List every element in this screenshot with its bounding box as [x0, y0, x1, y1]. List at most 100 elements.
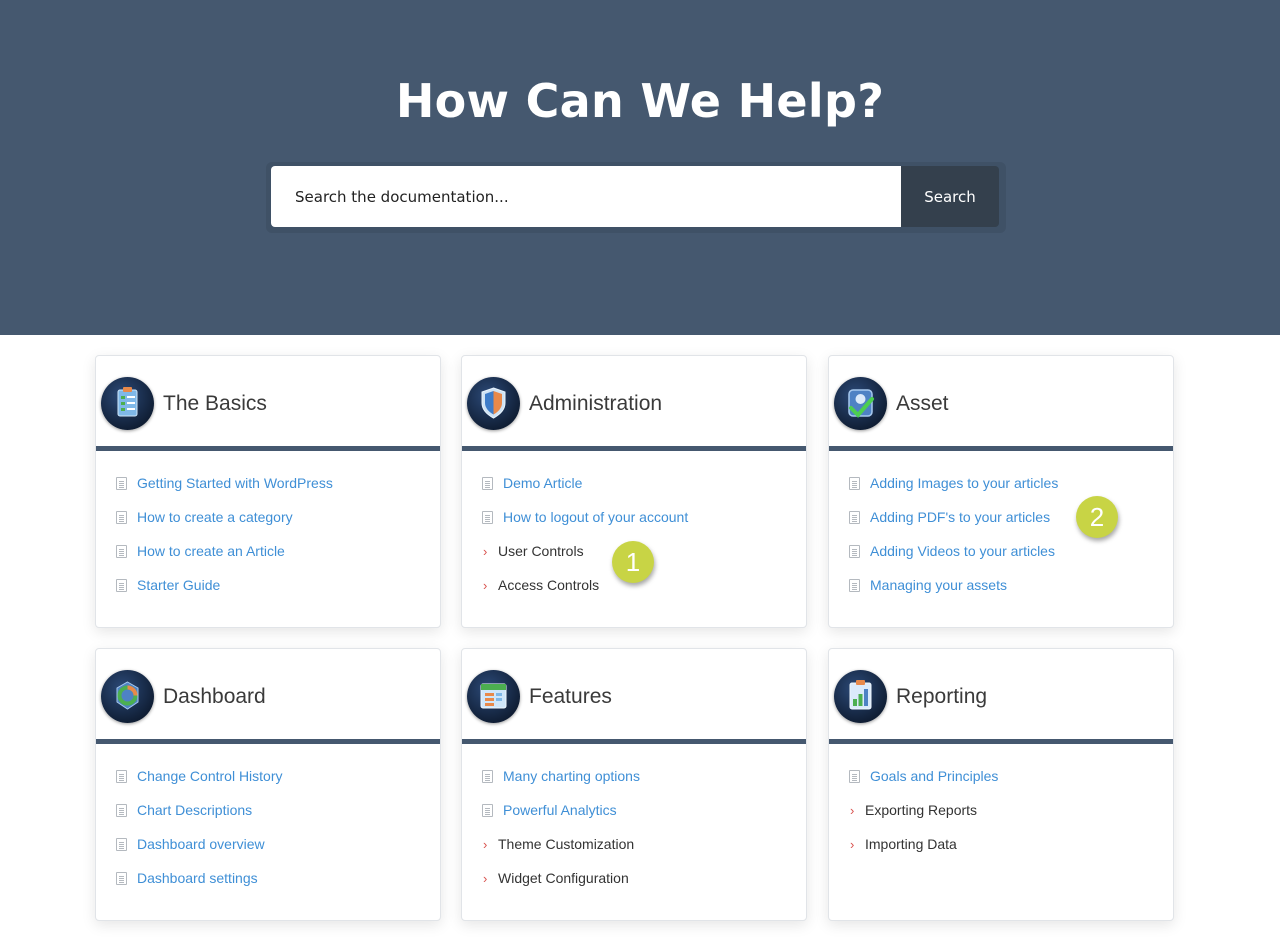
- link-label[interactable]: How to create a category: [137, 509, 293, 525]
- chevron-right-icon: ›: [483, 543, 488, 559]
- document-icon: [849, 510, 860, 524]
- card-header: Administration: [462, 356, 806, 451]
- document-icon: [116, 871, 127, 885]
- link-label[interactable]: Adding Videos to your articles: [870, 543, 1055, 559]
- document-icon: [849, 769, 860, 783]
- link-label[interactable]: Many charting options: [503, 768, 640, 784]
- check-badge-icon: [834, 377, 887, 430]
- card-link-list: Demo Article How to logout of your accoun…: [482, 466, 688, 602]
- document-icon: [116, 578, 127, 592]
- chevron-right-icon: ›: [850, 802, 855, 818]
- card-header: Features: [462, 649, 806, 744]
- link-label[interactable]: How to create an Article: [137, 543, 285, 559]
- link-label[interactable]: Getting Started with WordPress: [137, 475, 333, 491]
- card-link-list: Goals and Principles › Exporting Reports › I…: [849, 759, 998, 861]
- article-link-item[interactable]: Managing your assets: [849, 568, 1058, 602]
- card-title[interactable]: Features: [529, 685, 612, 709]
- chevron-right-icon: ›: [483, 870, 488, 886]
- link-label[interactable]: Chart Descriptions: [137, 802, 252, 818]
- chevron-right-icon: ›: [483, 836, 488, 852]
- category-card-administration: Administration Demo Article How to logout …: [461, 355, 807, 628]
- document-icon: [116, 544, 127, 558]
- article-link-item[interactable]: How to create a category: [116, 500, 333, 534]
- link-label[interactable]: How to logout of your account: [503, 509, 688, 525]
- article-link-item[interactable]: Many charting options: [482, 759, 640, 793]
- link-label[interactable]: Adding PDF's to your articles: [870, 509, 1050, 525]
- annotation-badge-2: 2: [1076, 496, 1118, 538]
- card-title[interactable]: Administration: [529, 392, 662, 416]
- article-link-item[interactable]: How to create an Article: [116, 534, 333, 568]
- article-link-item[interactable]: Dashboard settings: [116, 861, 283, 895]
- article-link-item[interactable]: Adding Videos to your articles: [849, 534, 1058, 568]
- link-label[interactable]: Managing your assets: [870, 577, 1007, 593]
- link-label[interactable]: Exporting Reports: [865, 802, 977, 818]
- link-label[interactable]: Theme Customization: [498, 836, 634, 852]
- article-link-item[interactable]: Change Control History: [116, 759, 283, 793]
- subcategory-link-item[interactable]: › Widget Configuration: [482, 861, 640, 895]
- subcategory-link-item[interactable]: › Theme Customization: [482, 827, 640, 861]
- link-label[interactable]: Dashboard settings: [137, 870, 258, 886]
- category-card-the-basics: The Basics Getting Started with WordPress…: [95, 355, 441, 628]
- article-link-item[interactable]: Starter Guide: [116, 568, 333, 602]
- article-link-item[interactable]: Adding PDF's to your articles: [849, 500, 1058, 534]
- article-link-item[interactable]: Adding Images to your articles: [849, 466, 1058, 500]
- article-link-item[interactable]: Getting Started with WordPress: [116, 466, 333, 500]
- document-icon: [116, 510, 127, 524]
- link-label[interactable]: Change Control History: [137, 768, 283, 784]
- link-label[interactable]: Starter Guide: [137, 577, 220, 593]
- category-card-dashboard: Dashboard Change Control History Chart Des…: [95, 648, 441, 921]
- link-label[interactable]: Importing Data: [865, 836, 957, 852]
- link-label[interactable]: Dashboard overview: [137, 836, 265, 852]
- search-input[interactable]: [271, 166, 901, 227]
- card-title[interactable]: Reporting: [896, 685, 987, 709]
- refresh-cycle-icon: [101, 670, 154, 723]
- bar-chart-clipboard-icon: [834, 670, 887, 723]
- category-card-features: Features Many charting options Powerful An…: [461, 648, 807, 921]
- card-header: Asset: [829, 356, 1173, 451]
- card-link-list: Adding Images to your articles Adding PDF…: [849, 466, 1058, 602]
- subcategory-link-item[interactable]: › Importing Data: [849, 827, 998, 861]
- document-icon: [116, 769, 127, 783]
- card-header: The Basics: [96, 356, 440, 451]
- subcategory-link-item[interactable]: › User Controls: [482, 534, 688, 568]
- article-link-item[interactable]: Goals and Principles: [849, 759, 998, 793]
- link-label[interactable]: Widget Configuration: [498, 870, 629, 886]
- link-label[interactable]: Powerful Analytics: [503, 802, 617, 818]
- category-card-reporting: Reporting Goals and Principles › Exporting …: [828, 648, 1174, 921]
- document-icon: [482, 510, 493, 524]
- card-link-list: Getting Started with WordPress How to cre…: [116, 466, 333, 602]
- article-link-item[interactable]: Demo Article: [482, 466, 688, 500]
- chevron-right-icon: ›: [483, 577, 488, 593]
- link-label[interactable]: Adding Images to your articles: [870, 475, 1058, 491]
- link-label[interactable]: User Controls: [498, 543, 584, 559]
- card-title[interactable]: Asset: [896, 392, 949, 416]
- search-button[interactable]: Search: [901, 166, 999, 227]
- article-link-item[interactable]: Chart Descriptions: [116, 793, 283, 827]
- category-card-asset: Asset Adding Images to your articles Addin…: [828, 355, 1174, 628]
- document-icon: [116, 803, 127, 817]
- document-icon: [482, 803, 493, 817]
- calendar-list-icon: [467, 670, 520, 723]
- card-title[interactable]: The Basics: [163, 392, 267, 416]
- card-title[interactable]: Dashboard: [163, 685, 266, 709]
- document-icon: [849, 544, 860, 558]
- document-icon: [849, 578, 860, 592]
- shield-icon: [467, 377, 520, 430]
- document-icon: [116, 837, 127, 851]
- page-title: How Can We Help?: [395, 74, 885, 128]
- link-label[interactable]: Demo Article: [503, 475, 582, 491]
- article-link-item[interactable]: Powerful Analytics: [482, 793, 640, 827]
- annotation-badge-1: 1: [612, 541, 654, 583]
- article-link-item[interactable]: Dashboard overview: [116, 827, 283, 861]
- document-icon: [849, 476, 860, 490]
- clipboard-list-icon: [101, 377, 154, 430]
- card-link-list: Change Control History Chart Descriptions…: [116, 759, 283, 895]
- link-label[interactable]: Access Controls: [498, 577, 599, 593]
- subcategory-link-item[interactable]: › Access Controls: [482, 568, 688, 602]
- subcategory-link-item[interactable]: › Exporting Reports: [849, 793, 998, 827]
- link-label[interactable]: Goals and Principles: [870, 768, 998, 784]
- card-header: Dashboard: [96, 649, 440, 744]
- article-link-item[interactable]: How to logout of your account: [482, 500, 688, 534]
- chevron-right-icon: ›: [850, 836, 855, 852]
- document-icon: [482, 476, 493, 490]
